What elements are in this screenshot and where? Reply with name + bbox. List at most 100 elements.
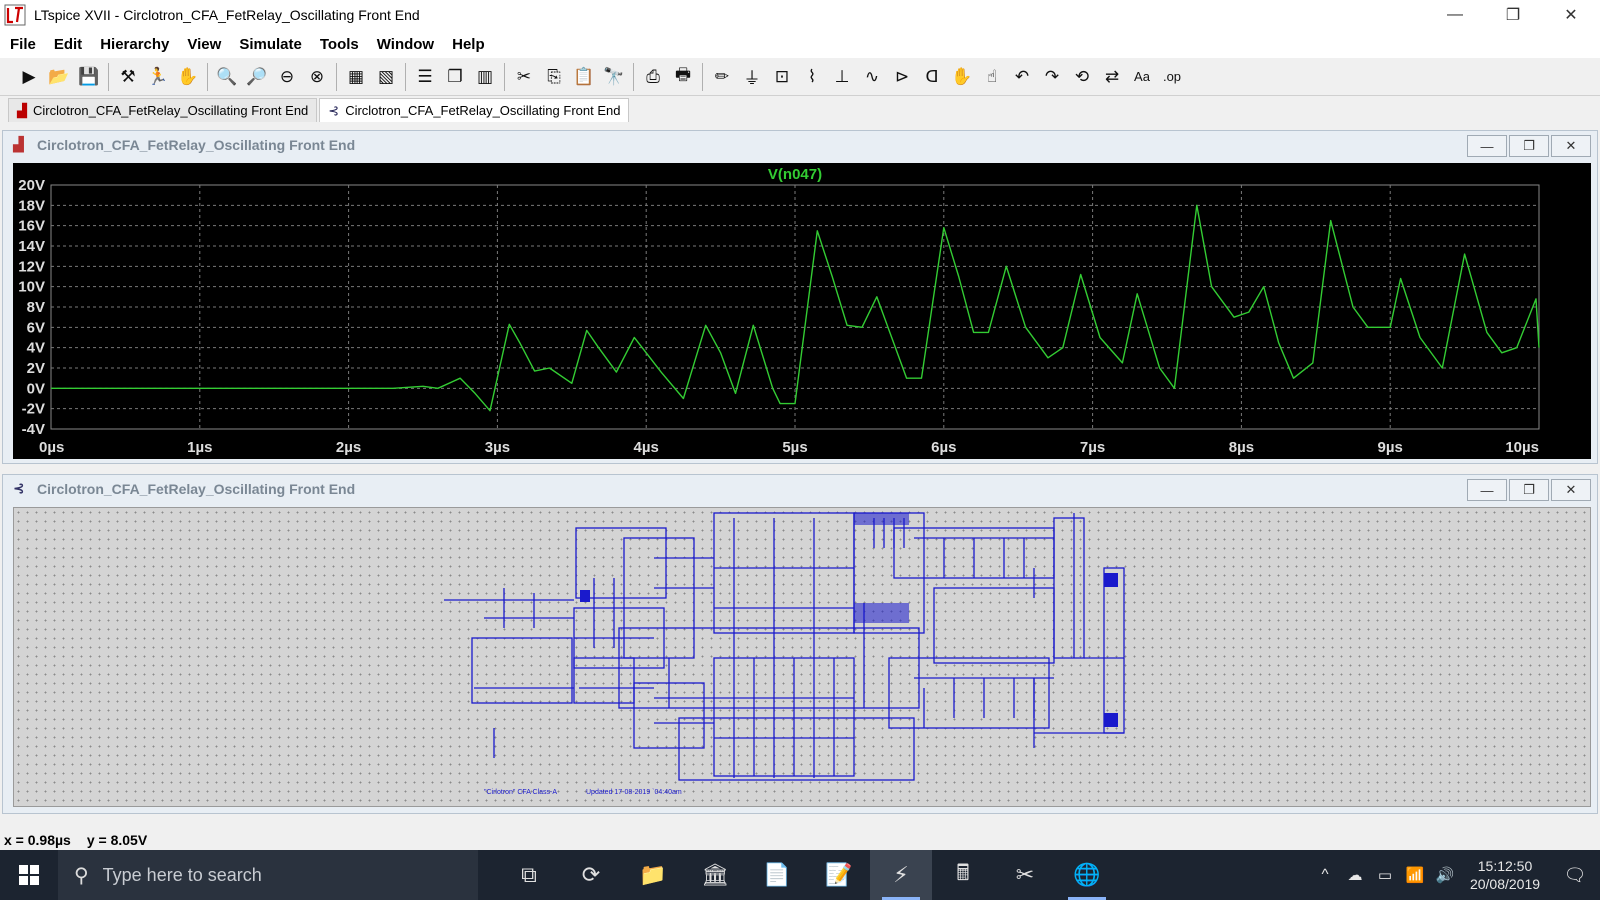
cascade-icon[interactable]: ❐ bbox=[440, 62, 470, 92]
run-sim-icon[interactable]: 🏃 bbox=[143, 62, 173, 92]
y-tick-label: -4V bbox=[22, 421, 45, 438]
undo-icon[interactable]: ↶ bbox=[1007, 62, 1037, 92]
minimize-window-button[interactable]: — bbox=[1426, 0, 1484, 30]
cut-icon[interactable]: ✂ bbox=[509, 62, 539, 92]
close-button[interactable]: ✕ bbox=[1551, 135, 1591, 157]
close-button[interactable]: ✕ bbox=[1551, 479, 1591, 501]
copy-icon[interactable]: ⎘ bbox=[539, 62, 569, 92]
close-window-button[interactable]: ✕ bbox=[1542, 0, 1600, 30]
minimize-button[interactable]: — bbox=[1467, 135, 1507, 157]
waveform-window-titlebar[interactable]: ▟ Circlotron_CFA_FetRelay_Oscillating Fr… bbox=[3, 131, 1597, 159]
taskbar: ⚲ Type here to search ⧉ ⟳ 📁 🏛 📄 📝 ⚡ 🖩 ✂ 🌐 ^ ☁ ▭ 📶 🔊 1… bbox=[0, 850, 1600, 900]
x-tick-label: 4µs bbox=[634, 439, 659, 456]
document-icon[interactable]: 📄 bbox=[746, 850, 808, 900]
tab-label: Circlotron_CFA_FetRelay_Oscillating Fron… bbox=[345, 103, 621, 118]
drag-icon[interactable]: ☝ bbox=[977, 62, 1007, 92]
taskbar-clock[interactable]: 15:12:50 20/08/2019 bbox=[1460, 857, 1550, 893]
menu-tools[interactable]: Tools bbox=[320, 36, 359, 53]
x-tick-label: 7µs bbox=[1080, 439, 1105, 456]
x-tick-label: 2µs bbox=[336, 439, 361, 456]
save-icon[interactable]: 💾 bbox=[74, 62, 104, 92]
tab-waveform[interactable]: ▟ Circlotron_CFA_FetRelay_Oscillating Fr… bbox=[8, 98, 318, 122]
x-tick-label: 8µs bbox=[1229, 439, 1254, 456]
capacitor-icon[interactable]: ⊥ bbox=[827, 62, 857, 92]
waveform-plot[interactable]: 0µs 1µs 2µs 3µs 4µs 5µs 6µs 7µs 8µs 9µs 10µs 20V 18V… bbox=[13, 163, 1591, 459]
label-net-icon[interactable]: ⊡ bbox=[767, 62, 797, 92]
notification-center-icon[interactable]: 🗨 bbox=[1550, 865, 1600, 886]
wifi-icon[interactable]: 📶 bbox=[1400, 866, 1430, 884]
plot-svg: 0µs 1µs 2µs 3µs 4µs 5µs 6µs 7µs 8µs 9µs 10µs 20V 18V… bbox=[18, 166, 1540, 456]
restore-button[interactable]: ❐ bbox=[1509, 479, 1549, 501]
redo-icon[interactable]: ↷ bbox=[1037, 62, 1067, 92]
component-icon[interactable]: ᗡ bbox=[917, 62, 947, 92]
tab-schematic[interactable]: ⊰ Circlotron_CFA_FetRelay_Oscillating Fr… bbox=[319, 98, 630, 122]
zoom-in-icon[interactable]: 🔍 bbox=[212, 62, 242, 92]
mirror-icon[interactable]: ⇄ bbox=[1097, 62, 1127, 92]
delete-trace-icon[interactable]: ▧ bbox=[371, 62, 401, 92]
window-title: LTspice XVII - Circlotron_CFA_FetRelay_O… bbox=[34, 7, 420, 23]
find-icon[interactable]: 🔭 bbox=[599, 62, 629, 92]
snipping-tool-icon[interactable]: ✂ bbox=[994, 850, 1056, 900]
menu-file[interactable]: File bbox=[10, 36, 36, 53]
tab-label: Circlotron_CFA_FetRelay_Oscillating Fron… bbox=[33, 103, 309, 118]
spice-directive-icon[interactable]: .op bbox=[1157, 62, 1187, 92]
menu-help[interactable]: Help bbox=[452, 36, 485, 53]
menu-edit[interactable]: Edit bbox=[54, 36, 82, 53]
ltspice-icon[interactable]: ⚡ bbox=[870, 850, 932, 900]
file-explorer-icon[interactable]: 📁 bbox=[622, 850, 684, 900]
x-tick-label: 6µs bbox=[931, 439, 956, 456]
waveform-window-title: Circlotron_CFA_FetRelay_Oscillating Fron… bbox=[37, 137, 356, 153]
show-hidden-icons-icon[interactable]: ^ bbox=[1310, 866, 1340, 884]
maximize-window-button[interactable]: ❐ bbox=[1484, 0, 1542, 30]
menu-hierarchy[interactable]: Hierarchy bbox=[100, 36, 169, 53]
menu-simulate[interactable]: Simulate bbox=[239, 36, 302, 53]
restore-button[interactable]: ❐ bbox=[1509, 135, 1549, 157]
toolbar-separator bbox=[207, 62, 208, 91]
waveform-icon: ▟ bbox=[17, 102, 27, 118]
start-button[interactable] bbox=[0, 850, 58, 900]
task-view-icon[interactable]: ⧉ bbox=[498, 850, 560, 900]
battery-icon[interactable]: ▭ bbox=[1370, 866, 1400, 884]
ground-icon[interactable]: ⏚ bbox=[737, 62, 767, 92]
onedrive-icon[interactable]: ☁ bbox=[1340, 866, 1370, 884]
menu-window[interactable]: Window bbox=[377, 36, 434, 53]
run-icon[interactable]: ▶ bbox=[14, 62, 44, 92]
schematic-window-titlebar[interactable]: ⊰ Circlotron_CFA_FetRelay_Oscillating Fr… bbox=[3, 475, 1597, 503]
taskbar-search-box[interactable]: ⚲ Type here to search bbox=[58, 850, 478, 900]
schematic-caption-right: Updated 17-08-2019 `04:40am bbox=[586, 789, 682, 796]
autorange-icon[interactable]: ▦ bbox=[341, 62, 371, 92]
x-tick-label: 9µs bbox=[1378, 439, 1403, 456]
sync-app-icon[interactable]: ⟳ bbox=[560, 850, 622, 900]
toolbar-separator bbox=[633, 62, 634, 91]
print-setup-icon[interactable]: 🖶 bbox=[668, 62, 698, 92]
tile-horizontal-icon[interactable]: ☰ bbox=[410, 62, 440, 92]
zoom-pan-icon[interactable]: 🔎 bbox=[242, 62, 272, 92]
volume-icon[interactable]: 🔊 bbox=[1430, 866, 1460, 884]
library-icon[interactable]: 🏛 bbox=[684, 850, 746, 900]
calculator-icon[interactable]: 🖩 bbox=[932, 850, 994, 900]
schematic-canvas[interactable]: "Cirlotron" CFA Class-A Updated 17-08-20… bbox=[13, 507, 1591, 807]
notes-icon[interactable]: 📝 bbox=[808, 850, 870, 900]
print-icon[interactable]: ⎙ bbox=[638, 62, 668, 92]
open-icon[interactable]: 📂 bbox=[44, 62, 74, 92]
text-icon[interactable]: Aa bbox=[1127, 62, 1157, 92]
diode-icon[interactable]: ⊳ bbox=[887, 62, 917, 92]
zoom-fit-icon[interactable]: ⊗ bbox=[302, 62, 332, 92]
paste-icon[interactable]: 📋 bbox=[569, 62, 599, 92]
move-icon[interactable]: ✋ bbox=[947, 62, 977, 92]
schematic-icon: ⊰ bbox=[13, 480, 25, 496]
wire-icon[interactable]: ✏ bbox=[707, 62, 737, 92]
menu-view[interactable]: View bbox=[187, 36, 221, 53]
zoom-out-icon[interactable]: ⊖ bbox=[272, 62, 302, 92]
inductor-icon[interactable]: ∿ bbox=[857, 62, 887, 92]
control-panel-icon[interactable]: ⚒ bbox=[113, 62, 143, 92]
waveform-window: ▟ Circlotron_CFA_FetRelay_Oscillating Fr… bbox=[2, 130, 1598, 464]
toolbar-separator bbox=[405, 62, 406, 91]
tile-vertical-icon[interactable]: ▥ bbox=[470, 62, 500, 92]
browser-icon[interactable]: 🌐 bbox=[1056, 850, 1118, 900]
minimize-button[interactable]: — bbox=[1467, 479, 1507, 501]
rotate-icon[interactable]: ⟲ bbox=[1067, 62, 1097, 92]
resistor-icon[interactable]: ⌇ bbox=[797, 62, 827, 92]
taskbar-apps: ⧉ ⟳ 📁 🏛 📄 📝 ⚡ 🖩 ✂ 🌐 bbox=[498, 850, 1118, 900]
halt-icon[interactable]: ✋ bbox=[173, 62, 203, 92]
